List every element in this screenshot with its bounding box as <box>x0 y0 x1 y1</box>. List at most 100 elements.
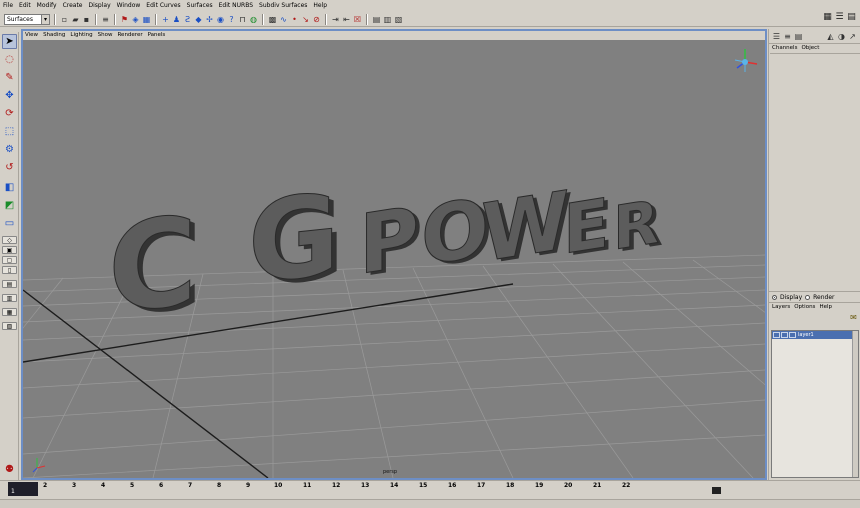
mask-rendering-icon[interactable]: ? <box>227 15 236 24</box>
mask-dynamics-icon[interactable]: ◉ <box>216 15 225 24</box>
panel-menu-view[interactable]: View <box>25 31 38 40</box>
scene-canvas[interactable]: C C G G P P O O W W E E R R <box>23 40 765 478</box>
playback-handle[interactable] <box>712 487 721 494</box>
menu-display[interactable]: Display <box>89 0 111 12</box>
menu-set-value: Surfaces <box>7 15 33 23</box>
new-layer-icon[interactable]: ✉ <box>849 313 858 322</box>
input-history-icon[interactable]: ⇥ <box>331 15 340 24</box>
channel-box-icon[interactable]: ☰ <box>772 32 781 41</box>
new-scene-icon[interactable]: ▫ <box>60 15 69 24</box>
layout-preset-6-icon[interactable]: ▥ <box>2 294 17 302</box>
menu-file[interactable]: File <box>3 0 13 12</box>
render-settings-icon[interactable]: ▧ <box>394 15 403 24</box>
render-radio[interactable] <box>805 294 811 300</box>
open-scene-icon[interactable]: ▰ <box>71 15 80 24</box>
menu-window[interactable]: Window <box>117 0 141 12</box>
channel-box-toggle-icon[interactable]: ▤ <box>847 13 856 22</box>
layer-menu-options[interactable]: Options <box>794 304 815 310</box>
layout-preset-2-icon[interactable]: ▣ <box>2 246 17 254</box>
layer-editor-icon[interactable]: ≡ <box>783 32 792 41</box>
select-hierarchy-icon[interactable]: ⚑ <box>120 15 129 24</box>
snap-point-icon[interactable]: • <box>290 15 299 24</box>
snap-grid-icon[interactable]: ▩ <box>268 15 277 24</box>
layout-preset-7-icon[interactable]: ▦ <box>2 308 17 316</box>
construction-history-icon[interactable]: ☒ <box>353 15 362 24</box>
divider <box>262 13 264 25</box>
layer-row[interactable]: layer1 <box>772 331 858 339</box>
mask-surfaces-icon[interactable]: ◆ <box>194 15 203 24</box>
mask-joints-icon[interactable]: ♟ <box>172 15 181 24</box>
menu-set-dropdown[interactable]: Surfaces ▾ <box>4 13 50 25</box>
layout-preset-1-icon[interactable]: ◇ <box>2 236 17 244</box>
save-scene-icon[interactable]: ▪ <box>82 15 91 24</box>
time-slider[interactable]: 1 2 3 4 5 6 7 8 9 10 11 12 13 14 15 16 1… <box>0 480 860 508</box>
select-tool-icon[interactable]: ➤ <box>2 34 17 49</box>
mask-deformations-icon[interactable]: ✢ <box>205 15 214 24</box>
layout-preset-5-icon[interactable]: ▤ <box>2 280 17 288</box>
tool-settings-icon[interactable]: ☰ <box>835 13 844 22</box>
output-history-icon[interactable]: ⇤ <box>342 15 351 24</box>
visibility-toggle[interactable] <box>773 332 780 338</box>
lasso-tool-icon[interactable]: ◌ <box>2 52 17 67</box>
rotate-tool-icon[interactable]: ⟳ <box>2 106 17 121</box>
divider <box>54 13 56 25</box>
current-frame-marker[interactable]: 1 <box>8 482 38 496</box>
layout-preset-4-icon[interactable]: ▯ <box>2 266 17 274</box>
panel-menu-panels[interactable]: Panels <box>148 31 166 40</box>
layout-preset-8-icon[interactable]: ▧ <box>2 322 17 330</box>
scale-tool-icon[interactable]: ⬚ <box>2 124 17 139</box>
panel-menu-show[interactable]: Show <box>98 31 113 40</box>
tab-channels[interactable]: Channels <box>772 44 797 51</box>
range-slider[interactable] <box>0 499 860 508</box>
ipr-render-icon[interactable]: ▥ <box>383 15 392 24</box>
manipulator-tool-icon[interactable]: ⚙ <box>2 142 17 157</box>
menu-edit-nurbs[interactable]: Edit NURBS <box>219 0 253 12</box>
menu-modify[interactable]: Modify <box>37 0 57 12</box>
layer-menu-help[interactable]: Help <box>819 304 832 310</box>
move-tool-icon[interactable]: ✥ <box>2 88 17 103</box>
paint-select-tool-icon[interactable]: ✎ <box>2 70 17 85</box>
menu-subdiv-surfaces[interactable]: Subdiv Surfaces <box>259 0 307 12</box>
panel-menu-renderer[interactable]: Renderer <box>117 31 142 40</box>
snap-curve-icon[interactable]: ∿ <box>279 15 288 24</box>
outliner-layout-icon[interactable]: ▭ <box>2 216 17 231</box>
panel-menu-lighting[interactable]: Lighting <box>70 31 92 40</box>
snap-view-plane-icon[interactable]: ↘ <box>301 15 310 24</box>
render-frame-icon[interactable]: ▤ <box>372 15 381 24</box>
select-component-icon[interactable]: ▦ <box>142 15 151 24</box>
lock-selection-icon[interactable]: ⊓ <box>238 15 247 24</box>
last-tool-icon[interactable]: ↺ <box>2 160 17 175</box>
menu-surfaces[interactable]: Surfaces <box>187 0 213 12</box>
tab-object[interactable]: Object <box>801 44 819 51</box>
layer-list[interactable]: layer1 <box>771 330 859 478</box>
mask-curves-icon[interactable]: Ƨ <box>183 15 192 24</box>
layout-preset-3-icon[interactable]: ▢ <box>2 256 17 264</box>
display-type-toggle[interactable] <box>781 332 788 338</box>
make-live-icon[interactable]: ⊘ <box>312 15 321 24</box>
layer-color-swatch[interactable] <box>789 332 796 338</box>
attribute-editor-icon[interactable]: ▦ <box>823 13 832 22</box>
menu-help[interactable]: Help <box>313 0 327 12</box>
display-radio[interactable] <box>772 294 777 300</box>
time-track[interactable]: 1 2 3 4 5 6 7 8 9 10 11 12 13 14 15 16 1… <box>8 482 768 498</box>
script-editor-icon[interactable]: ⚉ <box>2 462 17 477</box>
select-object-icon[interactable]: ◈ <box>131 15 140 24</box>
panel-menu-shading[interactable]: Shading <box>43 31 65 40</box>
mask-handles-icon[interactable]: + <box>161 15 170 24</box>
view-axis-gizmo[interactable] <box>734 49 758 72</box>
attribute-icon[interactable]: ▤ <box>794 32 803 41</box>
menu-edit[interactable]: Edit <box>19 0 31 12</box>
layer-list-scrollbar[interactable] <box>852 331 858 477</box>
layer-menu-layers[interactable]: Layers <box>772 304 790 310</box>
highlight-selection-icon[interactable]: ◍ <box>249 15 258 24</box>
render-icon[interactable]: ◭ <box>826 32 835 41</box>
perspective-viewport[interactable]: View Shading Lighting Show Renderer Pane… <box>21 29 767 480</box>
globe-icon[interactable]: ◑ <box>837 32 846 41</box>
menu-edit-curves[interactable]: Edit Curves <box>146 0 180 12</box>
pick-icon[interactable]: ↗ <box>848 32 857 41</box>
select-mode-icon[interactable]: ≡ <box>101 15 110 24</box>
four-view-layout-icon[interactable]: ◩ <box>2 198 17 213</box>
menu-create[interactable]: Create <box>63 0 83 12</box>
cgpower-text-mesh[interactable]: C C G G P P O O W W E E R R <box>108 169 664 344</box>
single-perspective-layout-icon[interactable]: ◧ <box>2 180 17 195</box>
